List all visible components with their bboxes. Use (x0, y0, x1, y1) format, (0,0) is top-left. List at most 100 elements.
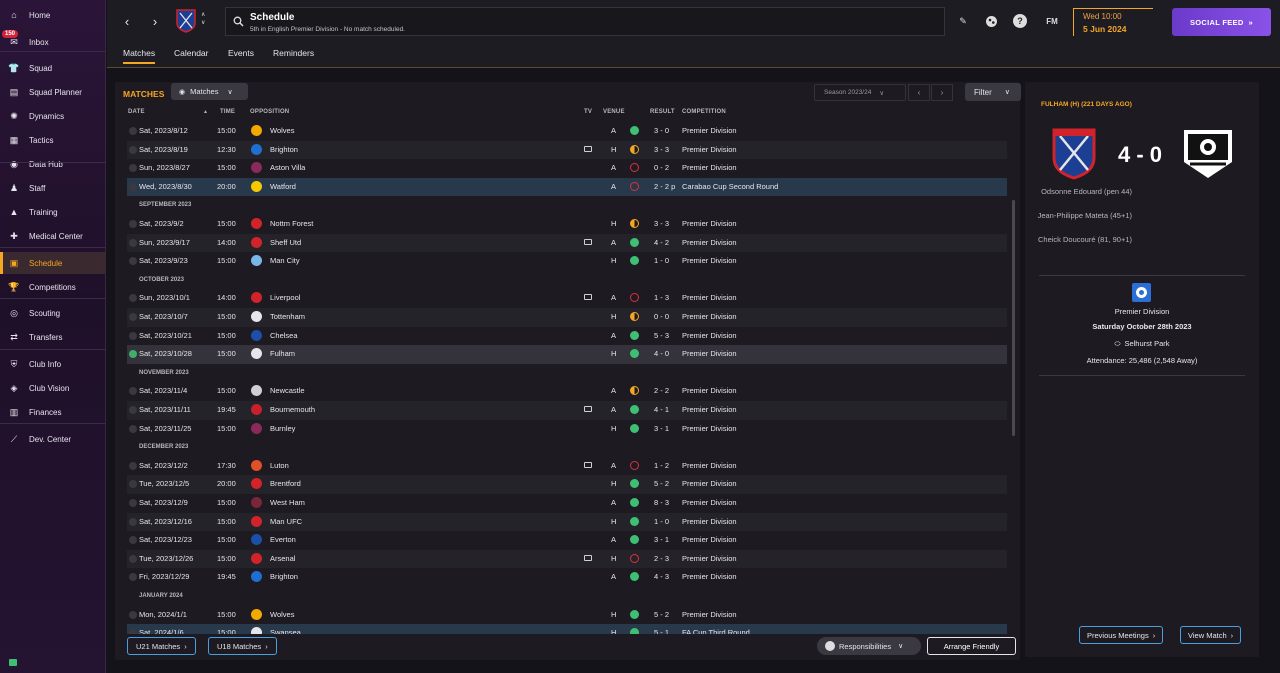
table-row[interactable]: Sat, 2023/9/23 15:00 Man City H 1 - 0 Premier… (127, 252, 1007, 271)
table-row[interactable]: Sat, 2023/11/4 15:00 Newcastle A 2 - 2 Premie… (127, 382, 1007, 401)
list-scrollbar[interactable] (1012, 200, 1015, 436)
tab-matches[interactable]: Matches (123, 48, 156, 64)
opponent-crest-icon (251, 552, 262, 564)
season-select[interactable]: Season 2023/24 ∨ (814, 84, 906, 101)
sidebar-item-dynamics[interactable]: ✺ Dynamics (0, 105, 106, 127)
table-row[interactable]: Sat, 2023/9/2 15:00 Nottm Forest H 3 - 3 Prem… (127, 215, 1007, 234)
table-row[interactable]: Sat, 2023/12/9 15:00 West Ham A 8 - 3 Premier… (127, 494, 1007, 513)
fm-logo-icon[interactable] (984, 14, 998, 28)
col-competition[interactable]: COMPETITION (682, 109, 726, 115)
table-row[interactable]: Sat, 2023/10/21 15:00 Chelsea A 5 - 3 Premier… (127, 327, 1007, 346)
col-tv[interactable]: TV (584, 109, 592, 115)
scouting-icon: ◎ (10, 307, 18, 318)
tab-calendar[interactable]: Calendar (174, 48, 209, 64)
result-icon (630, 219, 639, 228)
month-header: NOVEMBER 2023 (127, 364, 1007, 383)
vision-icon: ◈ (10, 382, 18, 393)
chevron-right-icon: › (265, 641, 268, 651)
sidebar-item-competitions[interactable]: 🏆 Competitions (0, 276, 106, 298)
sidebar-item-data-hub[interactable]: ◉ Data Hub (0, 153, 106, 175)
match-venue: A (611, 181, 617, 191)
fm-menu-button[interactable]: FM (1043, 14, 1061, 28)
tab-events[interactable]: Events (228, 48, 254, 64)
match-venue: H (611, 256, 617, 266)
back-arrow-icon[interactable]: ‹ (119, 12, 135, 30)
table-row[interactable]: Sat, 2023/12/23 15:00 Everton A 3 - 1 Premier… (127, 531, 1007, 550)
match-venue: H (611, 312, 617, 321)
club-crest-icon[interactable] (176, 9, 196, 33)
opponent-name: Sheff Utd (270, 237, 302, 247)
table-row[interactable]: Wed, 2023/8/30 20:00 Watford A 2 - 2 p Caraba… (127, 177, 1007, 197)
sidebar-item-training[interactable]: ▲ Training (0, 201, 106, 223)
edit-icon[interactable]: ✎ (956, 14, 970, 28)
match-status-icon (129, 406, 137, 414)
sidebar-item-scouting[interactable]: ◎ Scouting (0, 302, 106, 324)
match-status-icon (129, 536, 137, 545)
sidebar-item-staff[interactable]: ♟ Staff (0, 177, 106, 199)
match-score: 5 - 2 (654, 479, 670, 489)
match-time: 14:00 (217, 237, 236, 247)
matches-dropdown[interactable]: ◉ Matches ∨ (171, 83, 248, 100)
sidebar-item-squad-planner[interactable]: ▤ Squad Planner (0, 81, 106, 103)
u21-matches-button[interactable]: U21 Matches › (127, 637, 196, 655)
sidebar-item-dev-center[interactable]: ⟋ Dev. Center (0, 428, 106, 450)
prev-page-icon[interactable]: ‹ (908, 84, 930, 101)
sidebar-item-club-info[interactable]: ⛨ Club Info (0, 353, 106, 375)
opponent-crest-icon (251, 180, 262, 192)
table-row[interactable]: Sat, 2023/11/11 19:45 Bournemouth A 4 - 1 Pre… (127, 401, 1007, 420)
view-match-button[interactable]: View Match › (1180, 626, 1242, 644)
tab-reminders[interactable]: Reminders (273, 48, 314, 64)
table-row[interactable]: Sun, 2023/8/27 15:00 Aston Villa A 0 - 2 Prem… (127, 159, 1007, 178)
table-row[interactable]: Sat, 2023/10/7 15:00 Tottenham H 0 - 0 Premie… (127, 308, 1007, 327)
result-icon (630, 405, 639, 414)
col-venue[interactable]: VENUE (603, 109, 625, 115)
premier-division-logo-icon (1132, 283, 1151, 302)
sidebar-item-club-vision[interactable]: ◈ Club Vision (0, 377, 106, 399)
responsibilities-button[interactable]: Responsibilities ∨ (817, 637, 921, 655)
table-row[interactable]: Sat, 2024/1/6 15:00 Swansea H 5 - 1 FA Cup Th… (127, 624, 1007, 634)
filter-button[interactable]: Filter ∨ (965, 83, 1021, 101)
match-competition: FA Cup Third Round (682, 628, 750, 634)
table-row[interactable]: Tue, 2023/12/26 15:00 Arsenal H 2 - 3 Premier… (127, 549, 1007, 569)
match-competition: Premier Division (682, 498, 737, 507)
status-indicator-icon[interactable] (9, 659, 17, 666)
col-opposition[interactable]: OPPOSITION (250, 109, 289, 115)
sidebar-item-transfers[interactable]: ⇄ Transfers (0, 326, 106, 348)
col-result[interactable]: RESULT (650, 109, 675, 115)
next-page-icon[interactable]: › (931, 84, 953, 101)
sidebar-item-label: Competitions (29, 282, 76, 292)
previous-meetings-button[interactable]: Previous Meetings › (1079, 626, 1164, 644)
col-time[interactable]: TIME (220, 109, 235, 115)
table-row[interactable]: Tue, 2023/12/5 20:00 Brentford H 5 - 2 Premie… (127, 475, 1007, 494)
sidebar-item-finances[interactable]: ▥ Finances (0, 401, 106, 423)
sidebar-item-medical-center[interactable]: ✚ Medical Center (0, 225, 106, 247)
social-feed-button[interactable]: SOCIAL FEED » (1172, 8, 1271, 36)
arrange-friendly-button[interactable]: Arrange Friendly (927, 637, 1016, 655)
sidebar-item-tactics[interactable]: ▦ Tactics (0, 129, 106, 151)
table-row[interactable]: Sat, 2023/11/25 15:00 Burnley H 3 - 1 Premier… (127, 420, 1007, 439)
match-competition: Premier Division (682, 163, 737, 173)
table-row[interactable]: Sat, 2023/8/12 15:00 Wolves A 3 - 0 Premier D… (127, 122, 1007, 141)
match-status-icon (129, 127, 137, 135)
search-icon[interactable] (233, 16, 244, 27)
table-row[interactable]: Sun, 2023/10/1 14:00 Liverpool A 1 - 3 Premie… (127, 289, 1007, 308)
sidebar-item-squad[interactable]: 👕 Squad (0, 57, 106, 79)
u18-matches-button[interactable]: U18 Matches › (208, 637, 277, 655)
forward-arrow-icon[interactable]: › (147, 12, 163, 30)
table-row[interactable]: Sat, 2023/12/2 17:30 Luton A 1 - 2 Premier Di… (127, 457, 1007, 476)
sidebar-item-home[interactable]: ⌂ Home (0, 4, 106, 26)
match-time: 15:00 (217, 126, 236, 135)
table-row[interactable]: Fri, 2023/12/29 19:45 Brighton A 4 - 3 Premie… (127, 568, 1007, 587)
sidebar-item-schedule[interactable]: ▣ Schedule (0, 252, 106, 274)
table-row[interactable]: Mon, 2024/1/1 15:00 Wolves H 5 - 2 Premier Di… (127, 606, 1007, 625)
col-date[interactable]: DATE (128, 109, 145, 115)
match-date: Tue, 2023/12/5 (139, 479, 190, 489)
match-time: 15:00 (217, 219, 236, 228)
club-switch-chevrons-icon[interactable]: ∧ ∨ (201, 11, 205, 27)
table-row[interactable]: Sat, 2023/8/19 12:30 Brighton H 3 - 3 Premier… (127, 140, 1007, 160)
table-row[interactable]: Sat, 2023/10/28 15:00 Fulham H 4 - 0 Premier … (127, 345, 1007, 364)
help-icon[interactable]: ? (1013, 14, 1027, 28)
table-row[interactable]: Sat, 2023/12/16 15:00 Man UFC H 1 - 0 Premier… (127, 512, 1007, 532)
opponent-crest-icon (251, 627, 262, 634)
table-row[interactable]: Sun, 2023/9/17 14:00 Sheff Utd A 4 - 2 Premie… (127, 233, 1007, 253)
